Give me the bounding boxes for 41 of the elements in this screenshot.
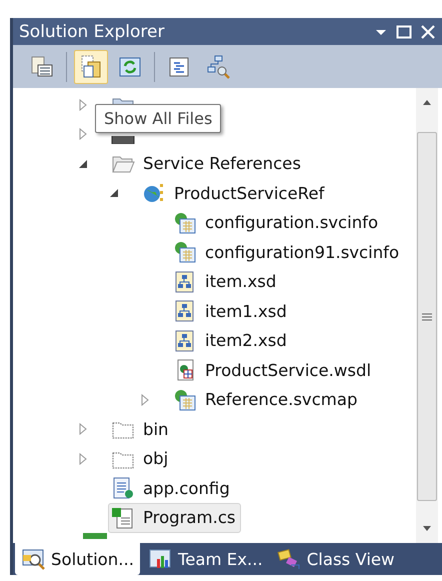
- config-file-icon: [111, 476, 135, 500]
- code-file-icon: [111, 506, 135, 530]
- search-icon: [21, 547, 47, 571]
- window-title: Solution Explorer: [19, 22, 166, 42]
- tree-item[interactable]: configuration.svcinfo: [170, 208, 384, 238]
- expand-arrow-icon[interactable]: [139, 394, 151, 406]
- globe-file-icon: [173, 388, 197, 412]
- tree-item[interactable]: configuration91.svcinfo: [170, 237, 404, 268]
- tree-item[interactable]: ProductService.wsdl: [170, 355, 376, 386]
- tree-item[interactable]: Reference.svcmap: [170, 384, 362, 415]
- panel-tab[interactable]: Solution...: [15, 543, 140, 575]
- tree-item[interactable]: item2.xsd: [170, 326, 292, 356]
- tree-item[interactable]: ProductServiceRef: [139, 178, 330, 208]
- properties-icon: [29, 54, 55, 80]
- scroll-up-icon[interactable]: [422, 98, 432, 106]
- scroll-thumb[interactable]: [417, 132, 437, 501]
- expand-arrow-icon[interactable]: [77, 98, 89, 111]
- toolbar-button[interactable]: [74, 50, 108, 84]
- tree-item[interactable]: Service References: [108, 148, 306, 179]
- collapse-arrow-icon[interactable]: [108, 187, 120, 200]
- close-icon[interactable]: [420, 24, 436, 40]
- maximize-icon[interactable]: [396, 24, 412, 40]
- grip-icon: [422, 312, 432, 322]
- tree-item[interactable]: app.config: [108, 473, 235, 504]
- tree-item[interactable]: obj: [108, 444, 174, 474]
- tree-item[interactable]: item1.xsd: [170, 296, 292, 326]
- tooltip: Show All Files: [95, 104, 222, 133]
- tree-item[interactable]: item.xsd: [170, 266, 282, 297]
- scrollbar[interactable]: [416, 88, 438, 543]
- expand-arrow-icon[interactable]: [77, 128, 89, 140]
- panel-tab[interactable]: Class View: [270, 543, 401, 575]
- globe-file-icon: [173, 210, 197, 235]
- expand-arrow-icon[interactable]: [77, 423, 89, 436]
- tree-item[interactable]: bin: [108, 414, 174, 444]
- globe-file-icon: [173, 240, 197, 264]
- collapse-arrow-icon[interactable]: [77, 158, 89, 170]
- panel-tab[interactable]: Team Ex...: [142, 543, 269, 575]
- diagram-icon: [205, 54, 231, 80]
- scroll-down-icon[interactable]: [422, 525, 432, 533]
- expand-arrow-icon[interactable]: [77, 452, 89, 465]
- tree-item[interactable]: Program.cs: [108, 502, 241, 533]
